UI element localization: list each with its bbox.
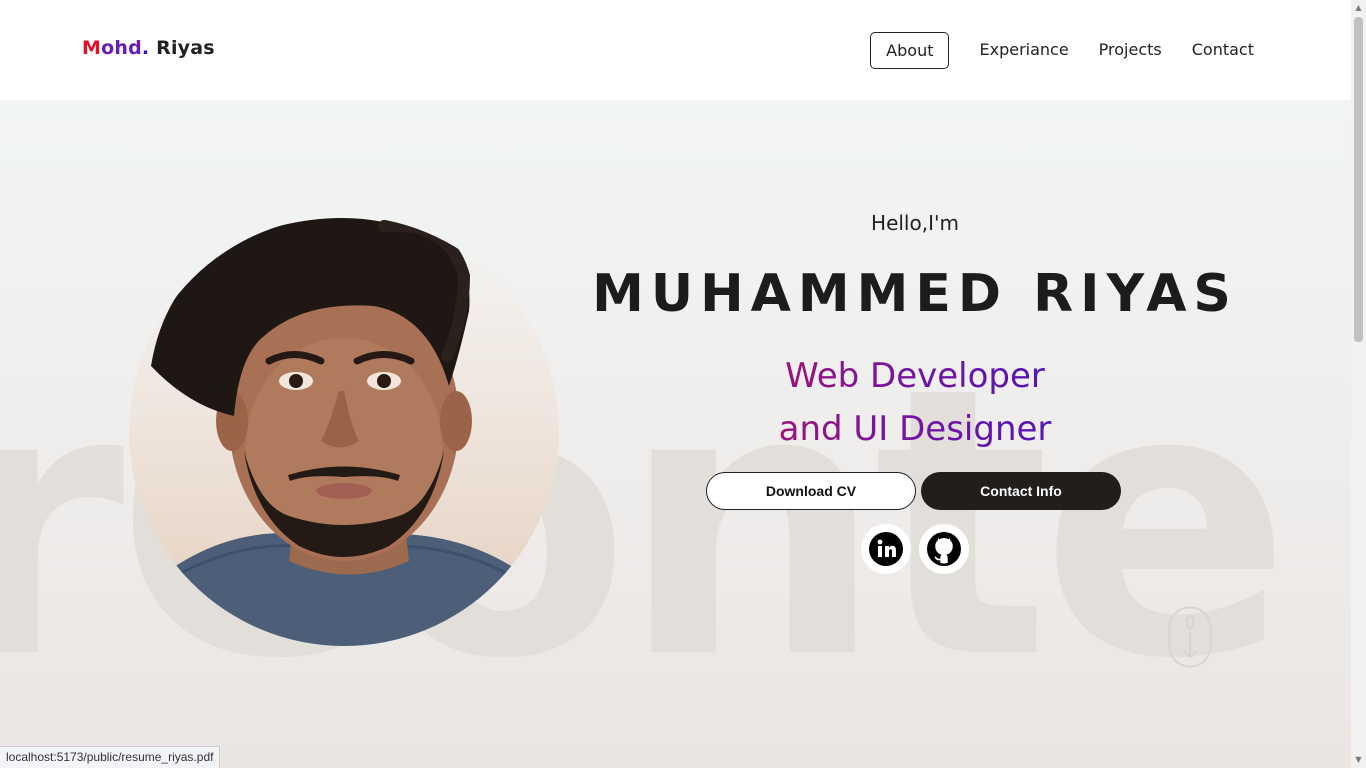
- logo-part-1: M: [82, 37, 102, 59]
- github-icon: [927, 532, 961, 566]
- hero-name: MUHAMMED RIYAS: [592, 264, 1238, 324]
- linkedin-icon: [869, 532, 903, 566]
- logo-part-2: ohd: [101, 37, 142, 59]
- nav-experiance[interactable]: Experiance: [964, 32, 1083, 69]
- greeting-text: Hello,I'm: [871, 211, 959, 235]
- nav-contact[interactable]: Contact: [1177, 32, 1269, 69]
- linkedin-link[interactable]: [861, 524, 911, 574]
- portfolio-page: Mohd. Riyas About Experiance Projects Co…: [0, 0, 1351, 768]
- site-header: Mohd. Riyas About Experiance Projects Co…: [0, 0, 1351, 100]
- status-bar-url: localhost:5173/public/resume_riyas.pdf: [0, 746, 221, 768]
- nav-about[interactable]: About: [870, 32, 950, 69]
- page-scrollbar[interactable]: ▲ ▼: [1351, 0, 1366, 768]
- download-cv-button[interactable]: Download CV: [706, 472, 916, 510]
- role-line-1: Web Developer: [560, 356, 1270, 396]
- site-logo[interactable]: Mohd. Riyas: [82, 37, 215, 59]
- logo-part-3: Riyas: [149, 37, 215, 59]
- nav-projects[interactable]: Projects: [1084, 32, 1177, 69]
- profile-photo: [129, 216, 559, 646]
- contact-info-button[interactable]: Contact Info: [921, 472, 1121, 510]
- scroll-up-icon[interactable]: ▲: [1354, 3, 1363, 13]
- portrait-illustration: [129, 218, 559, 646]
- hero-section: rConte Hello,I'm MUHAMMED RIYAS Web Deve…: [0, 100, 1351, 768]
- role-line-2: and UI Designer: [560, 409, 1270, 449]
- github-link[interactable]: [919, 524, 969, 574]
- scroll-down-icon[interactable]: ▼: [1354, 755, 1363, 765]
- scroll-thumb[interactable]: [1354, 17, 1363, 342]
- mouse-scroll-icon: [1168, 606, 1212, 672]
- main-nav: About Experiance Projects Contact: [870, 32, 1269, 69]
